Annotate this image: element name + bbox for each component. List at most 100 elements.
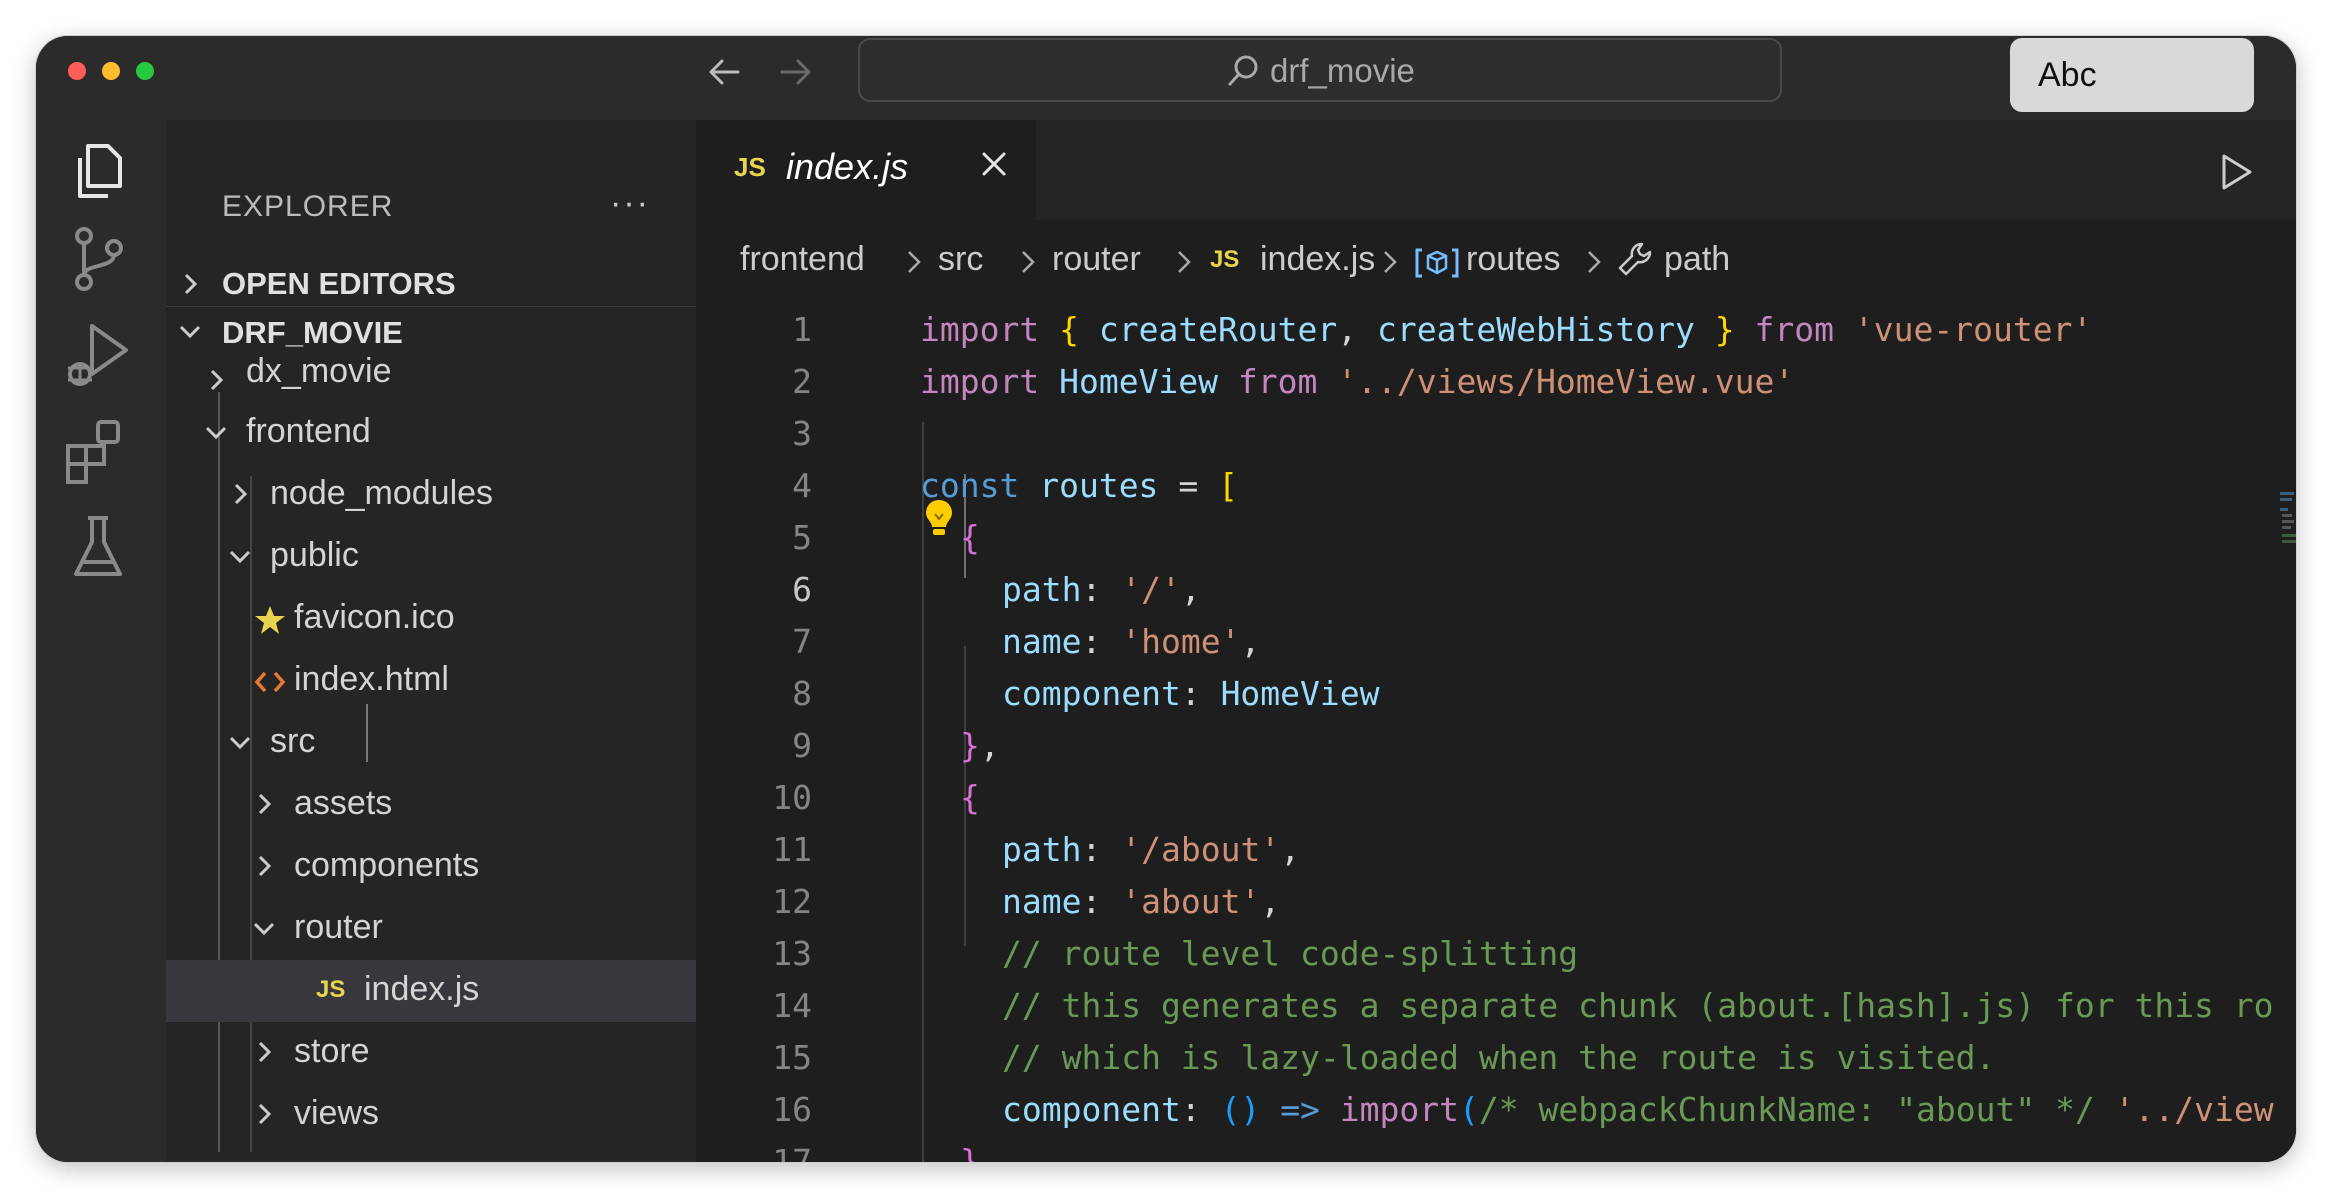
forward-arrow-icon[interactable] [776, 52, 816, 92]
editor-area: JS index.js frontend src router JS index… [696, 120, 2296, 1162]
code-line: path: '/', [1002, 570, 1201, 609]
js-icon: JS [1210, 246, 1240, 273]
chevron-down-icon [229, 736, 251, 750]
close-window-button[interactable] [68, 62, 86, 80]
breadcrumb-item[interactable]: index.js [1260, 240, 1375, 279]
tree-item-node_modules[interactable]: node_modules [166, 464, 696, 526]
line-number-active: 6 [792, 570, 812, 609]
line-number: 7 [792, 622, 812, 661]
close-icon[interactable] [976, 146, 1012, 182]
html-icon [254, 671, 286, 693]
chevron-right-icon [258, 793, 272, 815]
line-number: 9 [792, 726, 812, 765]
explorer-files-icon[interactable] [58, 130, 138, 210]
code-line: } [960, 1142, 980, 1162]
project-label: DRF_MOVIE [222, 315, 403, 350]
chevron-right-icon [1588, 251, 1601, 273]
tree-item-label: assets [294, 784, 393, 822]
more-actions-icon[interactable]: ··· [610, 184, 650, 223]
activity-bar [36, 120, 166, 1162]
input-method-indicator: Abc [2010, 38, 2254, 112]
tree-item-assets[interactable]: assets [166, 774, 696, 836]
project-section[interactable]: DRF_MOVIE [166, 306, 696, 351]
chevron-right-icon [234, 483, 248, 505]
tree-item-src[interactable]: src [166, 712, 696, 774]
open-editors-section[interactable]: OPEN EDITORS [166, 262, 696, 306]
star-icon [255, 606, 285, 634]
run-debug-icon[interactable] [58, 316, 138, 396]
chevron-down-icon [179, 325, 201, 339]
line-number: 15 [772, 1038, 812, 1077]
code-line: // which is lazy-loaded when the route i… [1002, 1038, 1996, 1077]
chevron-right-icon [258, 1041, 272, 1063]
chevron-right-icon [1178, 251, 1191, 273]
breadcrumb-item[interactable]: src [938, 240, 983, 279]
code-line: import HomeView from '../views/HomeView.… [920, 362, 1795, 401]
line-number: 2 [792, 362, 812, 401]
search-icon [1228, 55, 1258, 86]
minimize-window-button[interactable] [102, 62, 120, 80]
tree-item-router[interactable]: router [166, 898, 696, 960]
open-editors-label: OPEN EDITORS [222, 266, 456, 301]
back-arrow-icon[interactable] [704, 52, 744, 92]
tree-item-label: src [270, 722, 316, 760]
tree-item-store[interactable]: store [166, 1022, 696, 1084]
wrench-icon [1618, 242, 1652, 276]
line-number: 12 [772, 882, 812, 921]
tree-item-label: index.html [294, 660, 449, 698]
tree-item-frontend[interactable]: frontend [166, 402, 696, 464]
chevron-down-icon [229, 550, 251, 564]
maximize-window-button[interactable] [136, 62, 154, 80]
minimap[interactable] [2276, 488, 2296, 668]
breadcrumb-item[interactable]: path [1664, 240, 1730, 279]
tree-item-favicon[interactable]: favicon.ico [166, 588, 696, 650]
code-line: name: 'home', [1002, 622, 1261, 661]
tree-item-label: store [294, 1032, 370, 1070]
variable-symbol-icon [1415, 248, 1459, 278]
chevron-down-icon [205, 426, 227, 440]
breadcrumb-item[interactable]: frontend [740, 240, 865, 279]
line-number: 16 [772, 1090, 812, 1129]
run-file-icon[interactable] [2218, 152, 2254, 192]
js-icon: JS [734, 152, 766, 182]
code-line: import { createRouter, createWebHistory … [920, 310, 2093, 349]
line-number: 4 [792, 466, 812, 505]
tree-item-label: index.js [364, 970, 480, 1008]
chevron-down-icon [253, 922, 275, 936]
line-number: 10 [772, 778, 812, 817]
tree-item-label: router [294, 908, 383, 946]
breadcrumb-item[interactable]: routes [1466, 240, 1561, 279]
chevron-right-icon [1022, 251, 1035, 273]
line-number: 14 [772, 986, 812, 1025]
tab-title: index.js [786, 146, 909, 187]
tree-item-public[interactable]: public [166, 526, 696, 588]
line-number: 5 [792, 518, 812, 557]
command-center-search[interactable]: drf_movie [858, 38, 1782, 102]
tree-item-index-html[interactable]: index.html [166, 650, 696, 712]
tab-bar: JS index.js [696, 120, 2296, 220]
line-number: 3 [792, 414, 812, 453]
source-control-icon[interactable] [58, 220, 138, 300]
code-editor[interactable]: 1 2 3 4 5 6 7 8 9 10 11 12 13 14 15 16 1… [696, 304, 2296, 1162]
chevron-right-icon [258, 855, 272, 877]
tree-item-components[interactable]: components [166, 836, 696, 898]
line-number: 8 [792, 674, 812, 713]
chevron-right-icon [908, 251, 921, 273]
code-line: }, [960, 726, 1000, 765]
code-line: const routes = [ [920, 466, 1238, 505]
input-method-label: Abc [2038, 56, 2097, 94]
line-number: 17 [772, 1142, 812, 1162]
line-number: 11 [772, 830, 812, 869]
testing-flask-icon[interactable] [58, 508, 138, 588]
tab-index-js[interactable]: JS index.js [696, 120, 1036, 220]
title-bar: drf_movie Abc [36, 36, 2296, 120]
extensions-icon[interactable] [58, 412, 138, 492]
code-line: component: () => import(/* webpackChunkN… [1002, 1090, 2274, 1129]
tree-item-index-js[interactable]: JS index.js [166, 960, 696, 1022]
js-icon: JS [316, 976, 346, 1003]
code-line: { [960, 778, 980, 817]
tree-item-label: dx_movie [246, 352, 392, 390]
tree-item-views[interactable]: views [166, 1084, 696, 1146]
chevron-right-icon [210, 369, 224, 391]
breadcrumb-item[interactable]: router [1052, 240, 1141, 279]
